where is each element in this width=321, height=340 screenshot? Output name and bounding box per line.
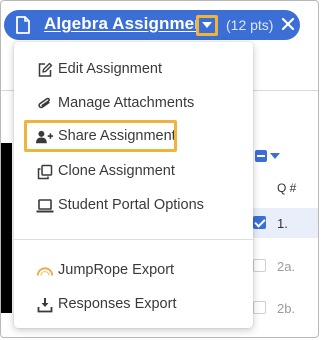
download-icon <box>36 296 54 314</box>
assignment-options-menu: Edit Assignment Manage Attachments Share… <box>14 42 253 328</box>
menu-item-jumprope-export[interactable]: JumpRope Export <box>14 257 253 285</box>
assignment-header-pill: Algebra Assignment (12 pts) <box>4 10 300 40</box>
window-frame: Algebra Assignment (12 pts) Q # 1. 2a. 2… <box>0 0 319 338</box>
document-icon <box>16 16 30 34</box>
menu-item-label: Clone Assignment <box>58 163 175 179</box>
row-checkbox[interactable] <box>253 301 266 314</box>
menu-item-label: Manage Attachments <box>58 95 195 111</box>
select-all-control[interactable] <box>255 147 318 169</box>
menu-item-responses-export[interactable]: Responses Export <box>14 291 253 319</box>
assignment-title-link[interactable]: Algebra Assignment <box>44 14 210 34</box>
question-number: 1. <box>277 216 288 231</box>
select-all-checkbox[interactable] <box>255 150 267 162</box>
clone-icon <box>36 163 54 181</box>
menu-item-label: Student Portal Options <box>58 197 204 213</box>
question-number: 2a. <box>277 259 296 274</box>
row-checkbox[interactable] <box>253 216 266 229</box>
assignment-options-dropdown-button[interactable] <box>196 15 218 36</box>
row-checkbox[interactable] <box>253 259 266 272</box>
menu-divider <box>14 239 253 240</box>
background-panel-edge <box>1 143 12 313</box>
menu-item-student-portal-options[interactable]: Student Portal Options <box>14 192 253 220</box>
menu-item-label: Responses Export <box>58 296 177 312</box>
caret-down-icon <box>202 22 212 28</box>
assignment-points: (12 pts) <box>226 17 274 33</box>
add-user-icon <box>36 128 54 146</box>
edit-icon <box>36 61 54 79</box>
menu-item-label: Edit Assignment <box>58 61 162 77</box>
close-icon[interactable] <box>280 16 296 32</box>
menu-item-edit-assignment[interactable]: Edit Assignment <box>14 56 253 84</box>
menu-item-share-assignment[interactable]: Share Assignment <box>14 123 253 151</box>
menu-item-manage-attachments[interactable]: Manage Attachments <box>14 90 253 118</box>
menu-item-label: Share Assignment <box>58 128 176 144</box>
question-number-column-header: Q # <box>277 181 297 195</box>
laptop-icon <box>36 197 54 215</box>
question-number: 2b. <box>277 301 296 316</box>
paperclip-icon <box>36 95 54 113</box>
menu-item-clone-assignment[interactable]: Clone Assignment <box>14 158 253 186</box>
menu-item-label: JumpRope Export <box>58 262 175 278</box>
jumprope-icon <box>36 262 54 280</box>
caret-down-icon[interactable] <box>270 153 280 159</box>
